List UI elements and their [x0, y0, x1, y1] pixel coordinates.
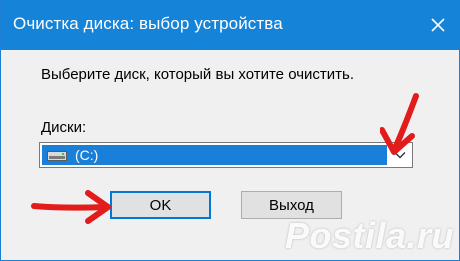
drive-select[interactable]: (C:) [39, 142, 413, 168]
title-bar[interactable]: Очистка диска: выбор устройства [1, 0, 460, 50]
dropdown-button[interactable] [390, 145, 410, 165]
close-icon [431, 18, 445, 32]
drive-select-value[interactable]: (C:) [42, 145, 387, 165]
close-button[interactable] [415, 0, 460, 50]
hard-drive-icon [47, 149, 67, 161]
watermark-text: Postila.ru [284, 215, 454, 256]
chevron-down-icon [394, 152, 406, 159]
window-title: Очистка диска: выбор устройства [13, 14, 283, 33]
drives-label: Диски: [41, 119, 87, 136]
ok-button[interactable]: OK [110, 191, 211, 219]
drive-select-text: (C:) [75, 147, 99, 163]
prompt-text: Выберите диск, который вы хотите очистит… [41, 66, 355, 83]
